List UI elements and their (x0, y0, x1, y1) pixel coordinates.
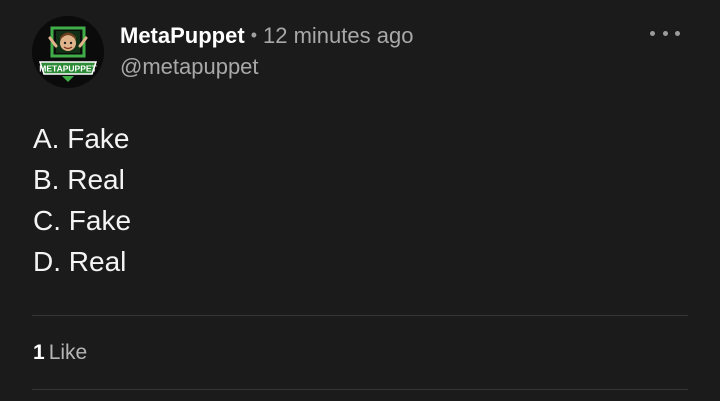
post-line: D. Real (33, 246, 127, 277)
more-horizontal-icon (650, 30, 655, 36)
post-line: A. Fake (33, 123, 130, 154)
post-line: C. Fake (33, 205, 132, 236)
post-header: MetaPuppet • 12 minutes ago @metapuppet (120, 22, 620, 81)
avatar-logo-icon: METAPUPPET (32, 16, 104, 88)
avatar[interactable]: METAPUPPET (32, 16, 104, 88)
meta-separator: • (250, 25, 257, 45)
post-meta: MetaPuppet • 12 minutes ago (120, 22, 620, 51)
like-count: 1 (33, 341, 45, 364)
more-options-button[interactable] (650, 26, 680, 40)
author-handle[interactable]: @metapuppet (120, 53, 620, 81)
avatar-banner-text: METAPUPPET (39, 64, 97, 74)
divider (32, 315, 688, 316)
likes-summary[interactable]: 1 Like (33, 339, 87, 367)
post-line: B. Real (33, 164, 125, 195)
author-name[interactable]: MetaPuppet (120, 23, 245, 48)
post-timestamp[interactable]: 12 minutes ago (263, 23, 413, 48)
like-label: Like (48, 341, 88, 364)
more-horizontal-icon (662, 30, 668, 36)
post-body: A. Fake B. Real C. Fake D. Real (33, 118, 131, 282)
post-card: METAPUPPET MetaPuppet • 12 minutes ago @me… (0, 0, 720, 401)
divider (32, 389, 688, 390)
more-horizontal-icon (675, 30, 680, 36)
